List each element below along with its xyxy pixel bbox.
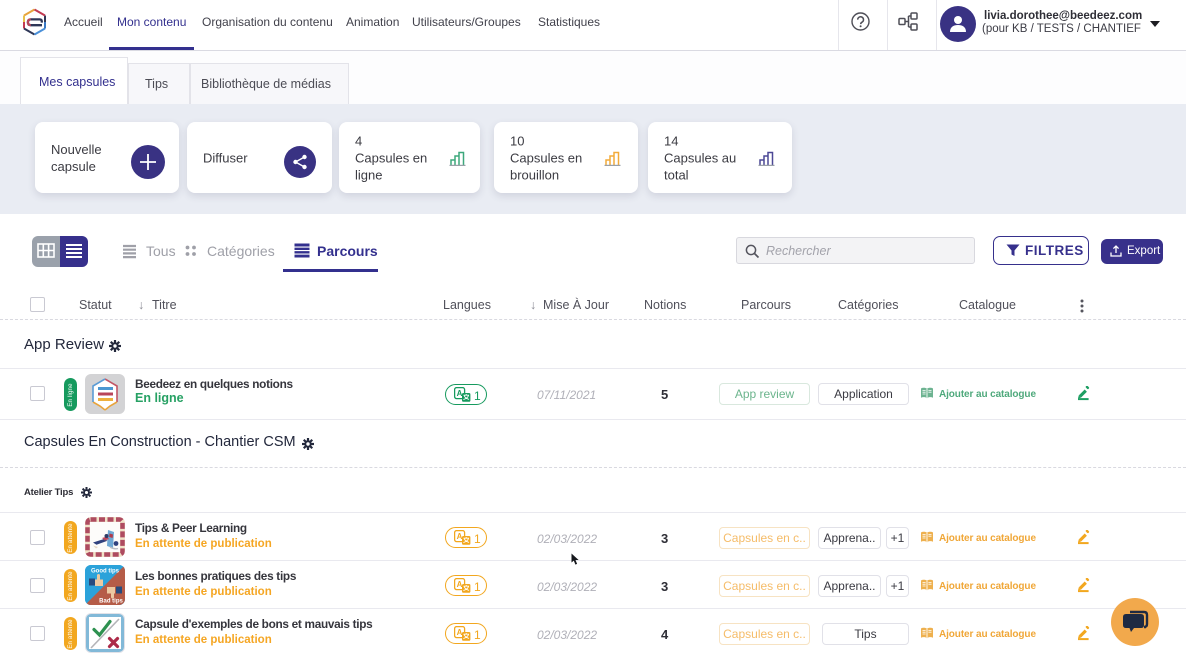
svg-text:Bad tips: Bad tips bbox=[99, 599, 123, 605]
svg-text:A: A bbox=[457, 389, 463, 398]
svg-text:A: A bbox=[457, 532, 463, 541]
svg-text:Good tips: Good tips bbox=[91, 569, 120, 575]
svg-text:A: A bbox=[457, 628, 463, 637]
svg-text:A: A bbox=[457, 580, 463, 589]
